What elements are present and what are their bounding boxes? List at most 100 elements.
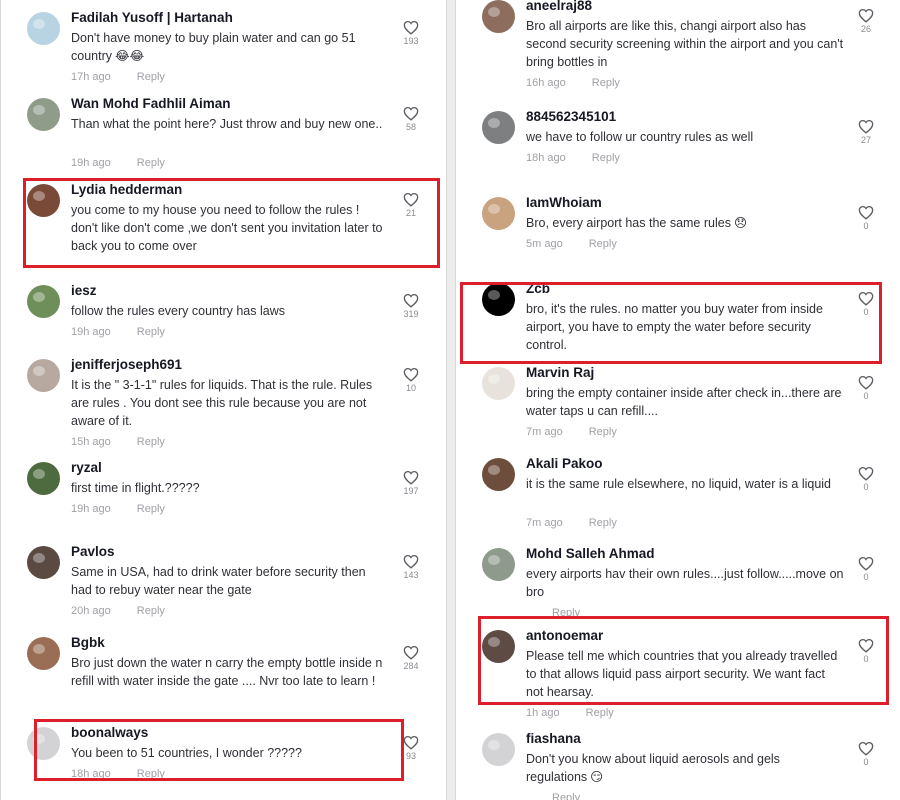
comment-emoji: 😏 — [590, 770, 604, 784]
comment-username[interactable]: Mohd Salleh Ahmad — [526, 546, 655, 561]
comment-username[interactable]: Pavlos — [71, 544, 115, 559]
comment-time: 7m ago — [526, 517, 563, 529]
comment-username[interactable]: Marvin Raj — [526, 365, 594, 380]
user-avatar-icon[interactable] — [27, 359, 60, 392]
comment-username[interactable]: Akali Pakoo — [526, 456, 603, 471]
reply-button[interactable]: Reply — [137, 503, 165, 515]
reply-button[interactable]: Reply — [552, 792, 580, 800]
highlight-box — [23, 178, 440, 268]
user-avatar-icon[interactable] — [482, 458, 515, 491]
like-count: 143 — [403, 570, 419, 580]
comment-username[interactable]: 884562345101 — [526, 109, 616, 124]
user-avatar-icon[interactable] — [482, 197, 515, 230]
comment-time: 16h ago — [526, 77, 566, 89]
comment-time: 5m ago — [526, 238, 563, 250]
like-button[interactable]: 58 — [399, 106, 423, 132]
comment-text-body: Same in USA, had to drink water before s… — [71, 565, 366, 597]
like-count: 0 — [863, 572, 869, 582]
comment-item: jenifferjoseph691 It is the " 3-1-1" rule… — [1, 357, 441, 448]
reply-button[interactable]: Reply — [586, 707, 614, 719]
like-button[interactable]: 0 — [854, 741, 878, 767]
comment-username[interactable]: Fadilah Yusoff | Hartanah — [71, 10, 233, 25]
user-avatar-icon[interactable] — [27, 12, 60, 45]
heart-outline-icon — [403, 20, 419, 35]
comment-item: Marvin Raj bring the empty container insi… — [456, 365, 896, 447]
heart-outline-icon — [403, 470, 419, 485]
like-count: 0 — [863, 221, 869, 231]
reply-button[interactable]: Reply — [589, 238, 617, 250]
comment-text: Than what the point here? Just throw and… — [71, 115, 389, 133]
comment-username[interactable]: aneelraj88 — [526, 0, 592, 13]
comment-meta: Reply — [526, 792, 580, 800]
like-button[interactable]: 197 — [399, 470, 423, 496]
user-avatar-icon[interactable] — [482, 367, 515, 400]
comment-time: 17h ago — [71, 71, 111, 83]
user-avatar-icon[interactable] — [27, 462, 60, 495]
reply-button[interactable]: Reply — [589, 426, 617, 438]
like-button[interactable]: 0 — [854, 205, 878, 231]
comment-username[interactable]: Wan Mohd Fadhlil Aiman — [71, 96, 231, 111]
heart-outline-icon — [403, 645, 419, 660]
reply-button[interactable]: Reply — [592, 77, 620, 89]
user-avatar-icon[interactable] — [27, 546, 60, 579]
comment-text-body: first time in flight.????? — [71, 481, 200, 495]
comment-text: Bro just down the water n carry the empt… — [71, 654, 389, 690]
like-button[interactable]: 10 — [399, 367, 423, 393]
like-button[interactable]: 193 — [399, 20, 423, 46]
comment-username[interactable]: ryzal — [71, 460, 102, 475]
comment-username[interactable]: Bgbk — [71, 635, 105, 650]
heart-outline-icon — [403, 367, 419, 382]
comment-username[interactable]: jenifferjoseph691 — [71, 357, 182, 372]
heart-outline-icon — [403, 293, 419, 308]
highlight-box — [478, 616, 889, 705]
comment-item: Akali Pakoo it is the same rule elsewhere… — [456, 456, 896, 538]
comment-username[interactable]: fiashana — [526, 731, 581, 746]
like-button[interactable]: 27 — [854, 119, 878, 145]
reply-button[interactable]: Reply — [137, 71, 165, 83]
reply-button[interactable]: Reply — [137, 157, 165, 169]
comment-time: 19h ago — [71, 326, 111, 338]
user-avatar-icon[interactable] — [27, 98, 60, 131]
comment-time: 18h ago — [526, 152, 566, 164]
like-count: 197 — [403, 486, 419, 496]
user-avatar-icon[interactable] — [482, 0, 515, 33]
comment-meta: 19h ago Reply — [71, 326, 165, 338]
comment-emoji: 😂😂 — [115, 49, 145, 63]
like-count: 0 — [863, 757, 869, 767]
user-avatar-icon[interactable] — [482, 111, 515, 144]
heart-outline-icon — [858, 375, 874, 390]
reply-button[interactable]: Reply — [137, 605, 165, 617]
comment-text-body: Don't you know about liquid aerosols and… — [526, 752, 780, 784]
comment-meta: 7m ago Reply — [526, 426, 617, 438]
comment-time: 1h ago — [526, 707, 560, 719]
like-button[interactable]: 319 — [399, 293, 423, 319]
like-button[interactable]: 143 — [399, 554, 423, 580]
comment-emoji: 😞 — [733, 216, 747, 230]
comments-panel-right: aneelraj88 Bro all airports are like this… — [455, 0, 900, 800]
comment-text: Don't have money to buy plain water and … — [71, 29, 389, 65]
user-avatar-icon[interactable] — [482, 733, 515, 766]
like-button[interactable]: 0 — [854, 375, 878, 401]
comment-meta: 19h ago Reply — [71, 157, 165, 169]
comment-meta: 5m ago Reply — [526, 238, 617, 250]
like-button[interactable]: 26 — [854, 8, 878, 34]
comment-username[interactable]: IamWhoiam — [526, 195, 602, 210]
reply-button[interactable]: Reply — [589, 517, 617, 529]
user-avatar-icon[interactable] — [27, 637, 60, 670]
reply-button[interactable]: Reply — [592, 152, 620, 164]
like-button[interactable]: 0 — [854, 466, 878, 492]
comment-time: 20h ago — [71, 605, 111, 617]
user-avatar-icon[interactable] — [27, 285, 60, 318]
comment-username[interactable]: iesz — [71, 283, 97, 298]
comment-text: first time in flight.????? — [71, 479, 389, 497]
heart-outline-icon — [858, 466, 874, 481]
reply-button[interactable]: Reply — [137, 326, 165, 338]
heart-outline-icon — [403, 106, 419, 121]
comment-text-body: Bro just down the water n carry the empt… — [71, 656, 383, 688]
like-button[interactable]: 284 — [399, 645, 423, 671]
comment-text: Same in USA, had to drink water before s… — [71, 563, 389, 599]
comment-text-body: follow the rules every country has laws — [71, 304, 285, 318]
like-button[interactable]: 0 — [854, 556, 878, 582]
user-avatar-icon[interactable] — [482, 548, 515, 581]
reply-button[interactable]: Reply — [137, 436, 165, 448]
